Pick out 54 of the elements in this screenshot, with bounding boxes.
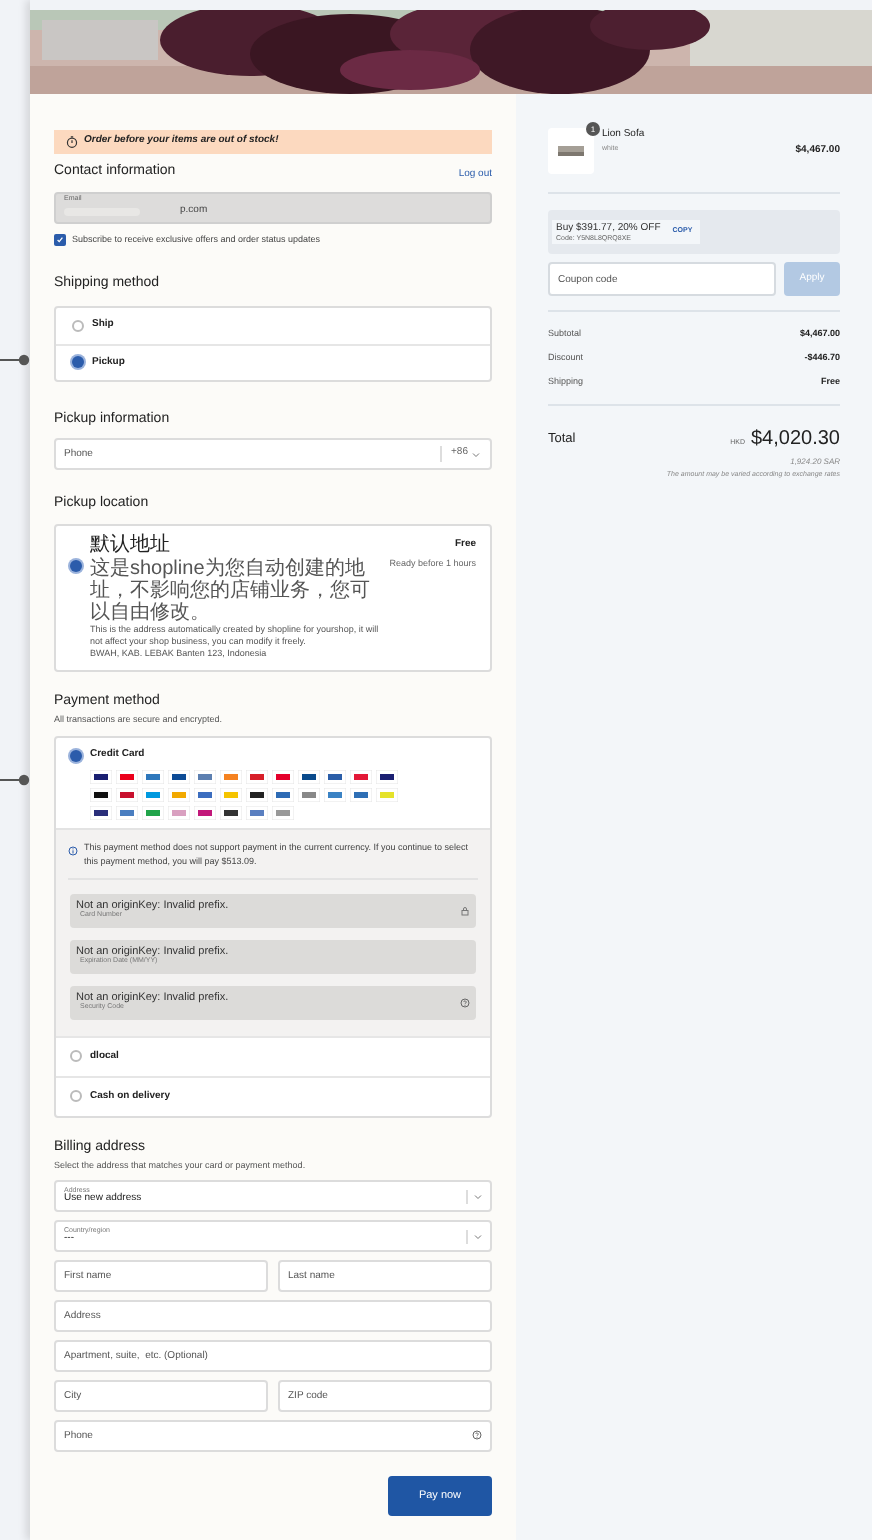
total-amount: $4,020.30 [751,426,840,455]
card-logo-icon [168,787,190,802]
lock-icon [460,905,470,916]
card-logo-icon [350,787,372,802]
radio-button[interactable] [70,559,82,572]
location-description: 这是shopline为您自动创建的地址，不影响您的店铺业务，您可以自由修改。 [90,557,372,624]
card-logo-icon [272,787,294,802]
card-logo-icon [116,769,138,784]
card-logo-icon [324,769,346,784]
card-logo-icon [168,805,190,820]
radio-button[interactable] [72,319,84,332]
card-logo-icon [272,769,294,784]
logo-placeholder [42,20,158,60]
location-name: 默认地址 [90,533,170,557]
card-logo-icon [220,769,242,784]
card-logo-icon [168,769,190,784]
card-logo-icon [246,805,268,820]
help-icon [460,997,470,1008]
chevron-down-icon [472,451,480,457]
card-logo-icon [142,787,164,802]
stopwatch-icon [66,136,78,148]
card-logo-icon [220,787,242,802]
card-logo-icon [116,805,138,820]
card-logo-icon [220,805,242,820]
card-logo-icon [142,769,164,784]
radio-button[interactable] [72,356,84,369]
card-logo-icon [90,769,112,784]
marker-icon [0,354,30,366]
chevron-down-icon [474,1193,482,1199]
card-logo-icon [90,787,112,802]
marker-icon [0,774,30,786]
card-logo-icon [194,805,216,820]
card-logo-icon [194,769,216,784]
card-logo-icon [246,769,268,784]
sofa-icon [558,146,584,156]
card-logo-icon [350,769,372,784]
radio-button[interactable] [70,749,82,762]
card-logo-icon [376,787,398,802]
checkbox[interactable] [54,233,66,246]
radio-button[interactable] [70,1050,82,1063]
chevron-down-icon [474,1233,482,1239]
info-icon [68,845,78,856]
card-logo-icon [324,787,346,802]
card-logo-icon [376,769,398,784]
help-icon [472,1430,482,1440]
card-logo-icon [272,805,294,820]
card-logo-icon [298,769,320,784]
card-logo-icon [90,805,112,820]
card-logo-icon [298,787,320,802]
card-logo-icon [194,787,216,802]
card-logo-icon [116,787,138,802]
card-logo-icon [142,805,164,820]
radio-button[interactable] [70,1090,82,1103]
card-logo-icon [246,787,268,802]
